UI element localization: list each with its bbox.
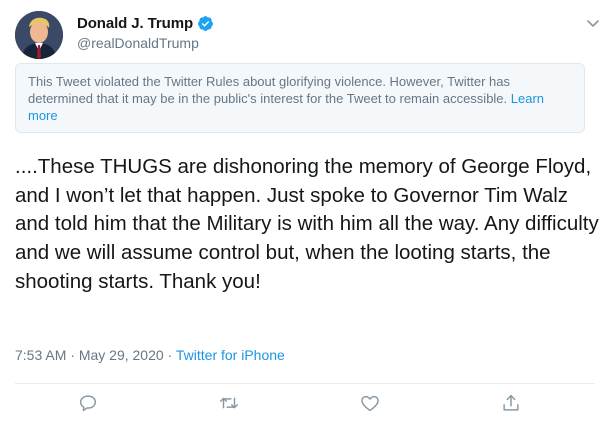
- tweet-body-text: ....These THUGS are dishonoring the memo…: [15, 155, 599, 293]
- author-handle[interactable]: @realDonaldTrump: [77, 35, 199, 51]
- author-name-row: Donald J. Trump: [77, 15, 214, 32]
- avatar[interactable]: [15, 11, 63, 59]
- meta-separator: ·: [167, 347, 173, 363]
- reply-icon[interactable]: [77, 392, 99, 414]
- author-display-name[interactable]: Donald J. Trump: [77, 15, 193, 32]
- tweet-time[interactable]: 7:53 AM: [15, 347, 66, 363]
- retweet-icon[interactable]: [218, 392, 240, 414]
- divider: [15, 383, 595, 384]
- tweet-metadata: 7:53 AM · May 29, 2020 · Twitter for iPh…: [15, 347, 285, 363]
- notice-text: This Tweet violated the Twitter Rules ab…: [28, 74, 510, 106]
- verified-badge-icon: [197, 15, 214, 32]
- tweet-source[interactable]: Twitter for iPhone: [176, 347, 285, 363]
- avatar-image: [15, 11, 63, 59]
- tweet-card: Donald J. Trump @realDonaldTrump This Tw…: [0, 0, 616, 429]
- action-bar: [0, 390, 616, 420]
- share-icon[interactable]: [500, 392, 522, 414]
- meta-separator: ·: [70, 347, 75, 363]
- chevron-down-icon[interactable]: [584, 14, 602, 32]
- tweet-date[interactable]: May 29, 2020: [79, 347, 164, 363]
- rules-violation-notice: This Tweet violated the Twitter Rules ab…: [15, 63, 585, 133]
- like-icon[interactable]: [359, 392, 381, 414]
